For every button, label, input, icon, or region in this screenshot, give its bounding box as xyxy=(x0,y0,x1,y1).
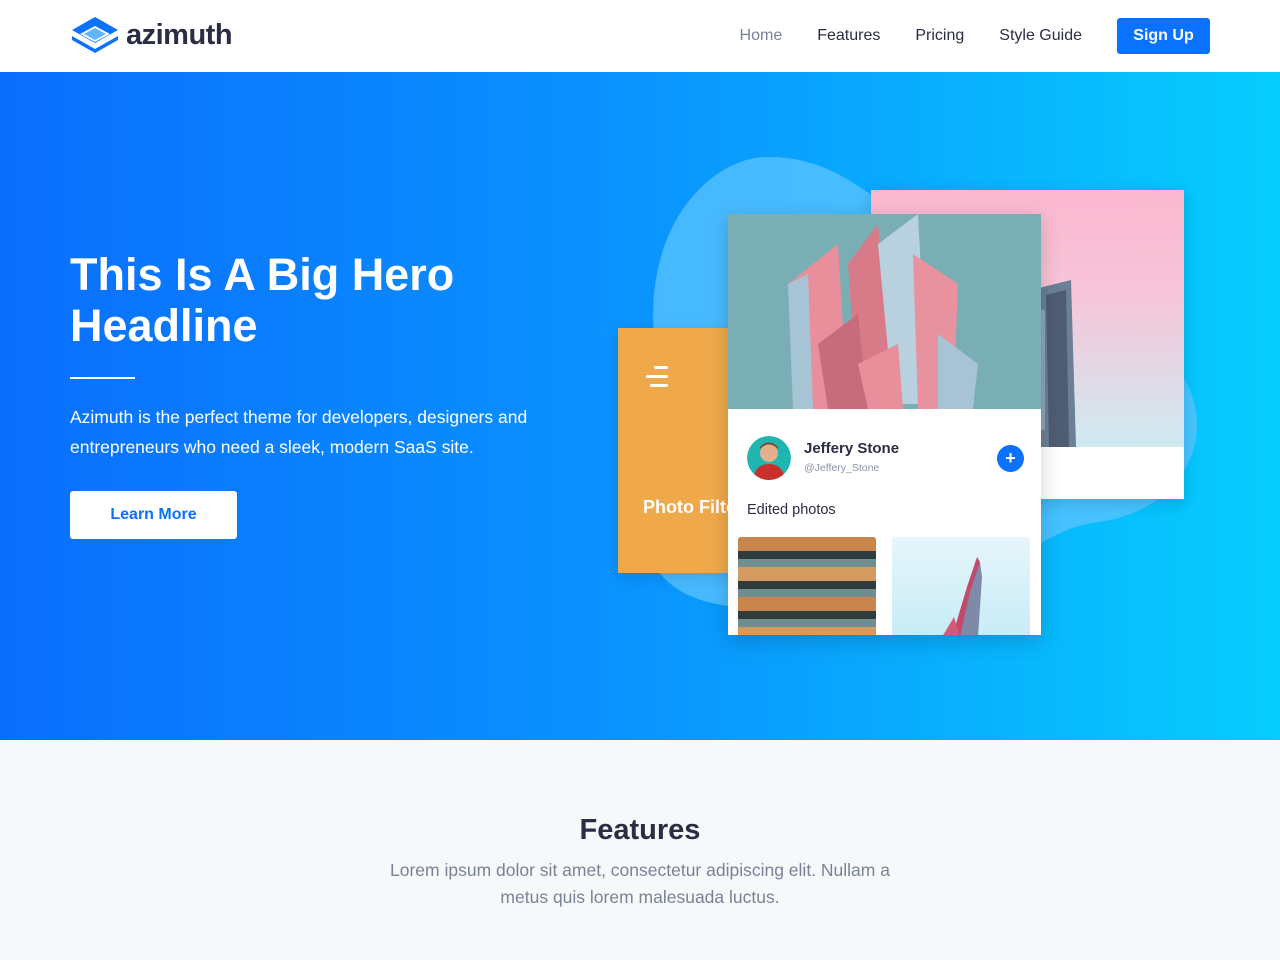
nav-link-home[interactable]: Home xyxy=(740,18,783,54)
brand-logo[interactable]: azimuth xyxy=(70,16,233,54)
cover-building-illustration xyxy=(728,214,1041,409)
hero-description: Azimuth is the perfect theme for develop… xyxy=(70,407,528,457)
features-description: Lorem ipsum dolor sit amet, consectetur … xyxy=(390,860,890,907)
hero-divider xyxy=(70,377,135,379)
navbar: azimuth Home Features Pricing Style Guid… xyxy=(0,0,1280,72)
balcony-building-illustration xyxy=(738,537,876,635)
profile-name: Jeffery Stone xyxy=(804,440,900,457)
nav-link-features[interactable]: Features xyxy=(817,18,880,54)
brand-name: azimuth xyxy=(126,18,233,51)
profile-card[interactable]: Jeffery Stone @Jeffery_Stone + Edited ph… xyxy=(728,214,1041,635)
avatar[interactable] xyxy=(747,436,791,480)
tower-illustration xyxy=(943,557,982,635)
learn-more-button[interactable]: Learn More xyxy=(70,491,237,539)
menu-lines-icon xyxy=(644,366,668,388)
profile-handle: @Jeffery_Stone xyxy=(804,462,880,474)
photo-filter-card[interactable]: Photo Filter Orange xyxy=(618,328,738,573)
hero-headline: This Is A Big Hero Headline xyxy=(70,249,455,351)
nav-link-pricing[interactable]: Pricing xyxy=(915,18,964,54)
azimuth-logo-icon xyxy=(72,17,118,53)
edited-photo-thumbnail[interactable] xyxy=(892,537,1030,635)
nav-link-style-guide[interactable]: Style Guide xyxy=(999,18,1082,54)
edited-photos-label: Edited photos xyxy=(747,502,836,518)
edited-photo-thumbnail[interactable] xyxy=(738,537,876,635)
avatar-photo xyxy=(747,436,791,480)
signup-button[interactable]: Sign Up xyxy=(1117,18,1210,54)
photo-filter-label: Photo Filter Orange xyxy=(643,497,738,517)
features-title: Features xyxy=(579,814,701,846)
nav-menu: Home Features Pricing Style Guide Sign U… xyxy=(740,18,1210,54)
plus-icon[interactable]: + xyxy=(997,445,1024,472)
hero-section: This Is A Big Hero Headline Azimuth is t… xyxy=(0,72,1280,740)
features-section: Features Lorem ipsum dolor sit amet, con… xyxy=(0,740,1280,960)
profile-cover-photo xyxy=(728,214,1041,409)
